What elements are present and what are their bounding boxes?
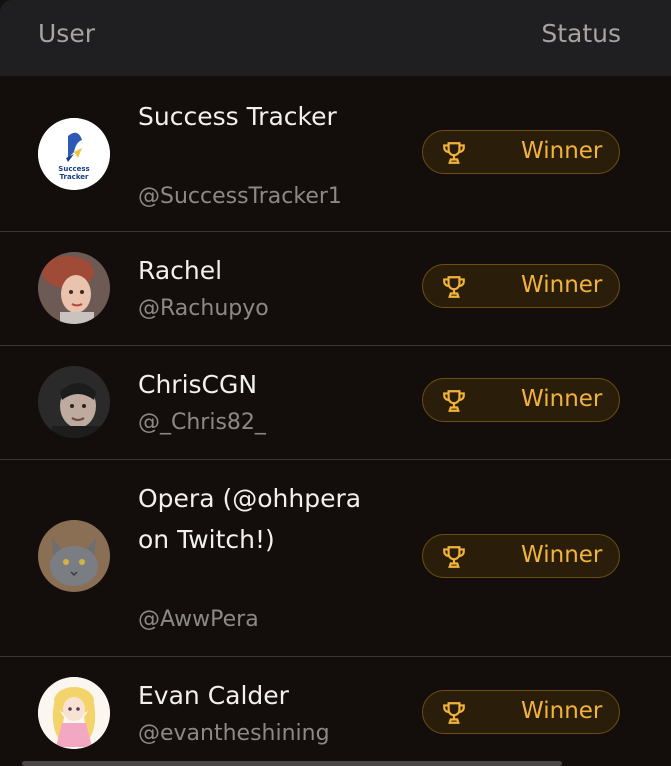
trophy-icon <box>443 276 465 298</box>
user-name[interactable]: ChrisCGN <box>138 364 368 405</box>
winners-table: User Status Success Tracker Success Trac… <box>0 0 671 766</box>
avatar[interactable]: Success Tracker <box>38 118 110 190</box>
table-header: User Status <box>0 0 671 77</box>
status-label: Winner <box>521 272 603 298</box>
avatar[interactable] <box>38 520 110 592</box>
user-handle[interactable]: @AwwPera <box>138 607 259 632</box>
status-badge: Winner <box>422 534 620 578</box>
status-badge: Winner <box>422 378 620 422</box>
cat-photo <box>38 520 110 592</box>
avatar[interactable] <box>38 677 110 749</box>
trophy-icon <box>443 702 465 724</box>
table-row[interactable]: Rachel @Rachupyo Winner <box>0 232 671 346</box>
success-tracker-logo: Success Tracker <box>38 118 110 190</box>
svg-text:Tracker: Tracker <box>60 173 90 181</box>
user-name[interactable]: Rachel <box>138 250 368 291</box>
user-name[interactable]: Opera (@ohhpera on Twitch!) <box>138 478 368 560</box>
status-badge: Winner <box>422 690 620 734</box>
user-handle[interactable]: @Rachupyo <box>138 296 269 321</box>
table-row[interactable]: Evan Calder @evantheshining Winner <box>0 657 671 766</box>
status-label: Winner <box>521 542 603 568</box>
user-handle[interactable]: @_Chris82_ <box>138 410 266 435</box>
status-label: Winner <box>521 386 603 412</box>
user-name[interactable]: Evan Calder <box>138 675 368 716</box>
horizontal-scrollbar[interactable] <box>22 761 562 766</box>
column-header-user[interactable]: User <box>38 19 95 48</box>
trophy-icon <box>443 142 465 164</box>
table-row[interactable]: ChrisCGN @_Chris82_ Winner <box>0 346 671 460</box>
table-row[interactable]: Success Tracker Success Tracker @Success… <box>0 76 671 232</box>
user-handle[interactable]: @evantheshining <box>138 721 330 746</box>
trophy-icon <box>443 390 465 412</box>
status-badge: Winner <box>422 264 620 308</box>
column-header-status[interactable]: Status <box>541 19 621 48</box>
status-badge: Winner <box>422 130 620 174</box>
avatar[interactable] <box>38 366 110 438</box>
table-row[interactable]: Opera (@ohhpera on Twitch!) @AwwPera Win… <box>0 460 671 657</box>
user-handle[interactable]: @SuccessTracker1 <box>138 184 342 209</box>
trophy-icon <box>443 546 465 568</box>
chris-photo <box>38 366 110 438</box>
status-label: Winner <box>521 698 603 724</box>
status-label: Winner <box>521 138 603 164</box>
avatar[interactable] <box>38 252 110 324</box>
rachel-photo <box>38 252 110 324</box>
anime-character <box>38 677 110 749</box>
user-name[interactable]: Success Tracker <box>138 96 368 137</box>
svg-text:Success: Success <box>58 165 89 173</box>
